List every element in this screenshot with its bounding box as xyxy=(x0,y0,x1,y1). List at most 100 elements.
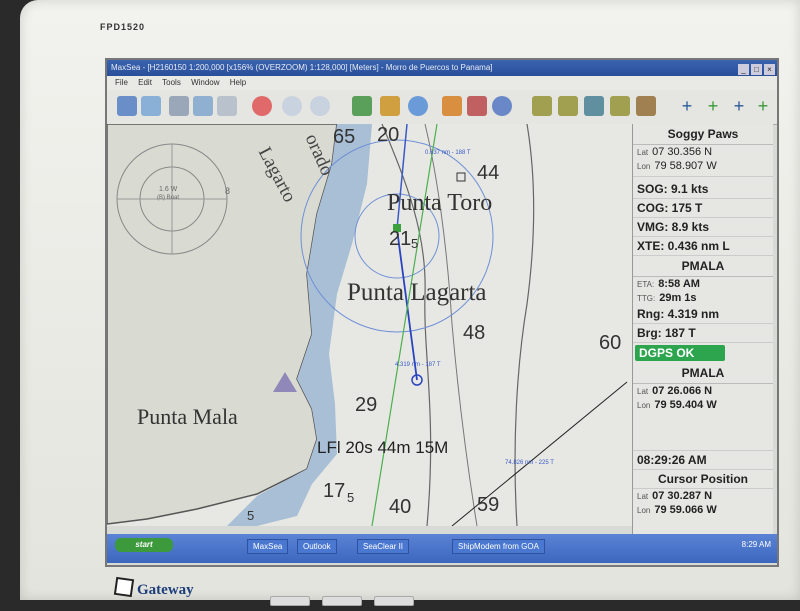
sounding: 5 xyxy=(347,490,355,505)
sounding: 40 xyxy=(389,496,412,518)
wp-lat-row: Lat 07 26.066 N xyxy=(633,384,773,398)
mode-v-icon[interactable] xyxy=(558,96,578,116)
menu-help[interactable]: Help xyxy=(230,78,246,87)
route-leg-1-label: 0.637 nm - 188 T xyxy=(425,150,471,156)
crosshair-icon[interactable]: + xyxy=(677,96,697,116)
wp-lon-row: Lon 79 59.404 W xyxy=(633,398,773,412)
current-time: 08:29:26 AM xyxy=(633,450,773,470)
label-punta-mala: Punta Mala xyxy=(137,404,238,429)
cursor-lon: 79 59.066 W xyxy=(654,504,717,516)
tide-icon[interactable] xyxy=(467,96,487,116)
monitor-bezel: FPD1520 MaxSea - [H2160150 1:200,000 [x1… xyxy=(20,0,800,606)
mode-t-icon[interactable] xyxy=(610,96,630,116)
sounding: 29 xyxy=(355,394,378,416)
overlay-icon[interactable] xyxy=(442,96,462,116)
wp-lon: 79 59.404 W xyxy=(654,399,717,411)
crosshair-alt-icon[interactable]: + xyxy=(753,96,773,116)
sounding: 21 xyxy=(389,228,412,250)
ttg-value: 29m 1s xyxy=(659,292,697,304)
label-punta-lagarta: Punta Lagarta xyxy=(347,279,487,306)
layers-icon[interactable] xyxy=(141,96,161,116)
lat-label: Lat xyxy=(637,148,649,157)
lat-label: Lat xyxy=(637,387,649,396)
label-punta-toro: Punta Toro xyxy=(387,190,493,216)
window-titlebar: MaxSea - [H2160150 1:200,000 [x156% (OVE… xyxy=(107,60,777,76)
minimize-button[interactable]: _ xyxy=(738,64,749,75)
lon-label: Lon xyxy=(637,506,651,515)
task-shipmodem[interactable]: ShipModem from GOA xyxy=(452,539,545,554)
maximize-button[interactable]: □ xyxy=(751,64,762,75)
route-leg-2-label: 4.319 nm - 187 T xyxy=(395,362,441,368)
eta-row: ETA: 8:58 AM xyxy=(633,277,773,291)
vessel-lat-row: Lat 07 30.356 N xyxy=(633,145,773,159)
heading-line xyxy=(371,124,438,526)
cog-value: COG: 175 T xyxy=(633,199,773,218)
vessel-lon-row: Lon 79 58.907 W xyxy=(633,159,773,177)
task-outlook[interactable]: Outlook xyxy=(297,539,337,554)
frame-icon[interactable] xyxy=(217,96,237,116)
bearing-value: Brg: 187 T xyxy=(633,324,773,343)
crosshair-blue-icon[interactable]: + xyxy=(729,96,749,116)
vessel-lon: 79 58.907 W xyxy=(654,160,717,172)
sounding: 48 xyxy=(463,322,486,344)
mode-r-icon[interactable] xyxy=(532,96,552,116)
menu-file[interactable]: File xyxy=(115,78,128,87)
cursor-lat: 07 30.287 N xyxy=(652,490,713,502)
toolbar: + + + + xyxy=(107,90,777,125)
sounding: 20 xyxy=(377,124,400,146)
zoom-out-icon[interactable] xyxy=(282,96,302,116)
mode-s-icon[interactable] xyxy=(636,96,656,116)
taskbar-clock: 8:29 AM xyxy=(741,540,771,549)
task-maxsea[interactable]: MaxSea xyxy=(247,539,289,554)
cursor-position-title: Cursor Position xyxy=(633,470,773,489)
menu-window[interactable]: Window xyxy=(191,78,219,87)
brand-name: Gateway xyxy=(137,582,194,598)
grid-icon[interactable] xyxy=(169,96,189,116)
menu-tools[interactable]: Tools xyxy=(162,78,181,87)
waypoint-header: PMALA xyxy=(633,256,773,277)
start-button[interactable]: start xyxy=(115,538,173,552)
lifering-icon[interactable] xyxy=(252,96,272,116)
eta-value: 8:58 AM xyxy=(658,278,700,290)
sog-value: SOG: 9.1 kts xyxy=(633,180,773,199)
window-title: MaxSea - [H2160150 1:200,000 [x156% (OVE… xyxy=(111,63,493,72)
radar-icon[interactable] xyxy=(492,96,512,116)
sounding: 59 xyxy=(477,494,500,516)
lon-label: Lon xyxy=(637,401,651,410)
chart-icon[interactable] xyxy=(117,96,137,116)
close-button[interactable]: × xyxy=(764,64,775,75)
gateway-cow-icon xyxy=(113,576,135,598)
nautical-chart[interactable]: Punta Toro Punta Lagarta Punta Mala Laga… xyxy=(107,124,632,526)
wp-lat: 07 26.066 N xyxy=(652,385,713,397)
navigation-panel: Soggy Paws Lat 07 30.356 N Lon 79 58.907 W… xyxy=(632,124,773,534)
boat-icon[interactable] xyxy=(352,96,372,116)
landmass xyxy=(107,124,338,525)
sounding: 44 xyxy=(477,162,500,184)
range-value: Rng: 4.319 nm xyxy=(633,305,773,324)
zoom-in-icon[interactable] xyxy=(310,96,330,116)
gps-status-badge: DGPS OK xyxy=(635,345,725,361)
crosshair-green-icon[interactable]: + xyxy=(703,96,723,116)
sounding: 8 xyxy=(225,186,231,196)
windows-icon[interactable] xyxy=(193,96,213,116)
monitor-button[interactable] xyxy=(322,596,362,606)
vessel-lat: 07 30.356 N xyxy=(652,146,713,158)
eta-label: ETA: xyxy=(637,280,655,289)
sounding: 17 xyxy=(323,480,346,502)
label-light-characteristic: LFl 20s 44m 15M xyxy=(317,438,449,457)
monitor-model-label: FPD1520 xyxy=(100,22,146,32)
menu-bar: File Edit Tools Window Help xyxy=(107,76,777,90)
route-icon[interactable] xyxy=(380,96,400,116)
monitor-button[interactable] xyxy=(374,596,414,606)
taskbar: start MaxSea Outlook SeaClear II ShipMod… xyxy=(107,534,777,563)
monitor-button[interactable] xyxy=(270,596,310,606)
mode-p-icon[interactable] xyxy=(584,96,604,116)
cursor-lat-row: Lat 07 30.287 N xyxy=(633,489,773,503)
target-icon[interactable] xyxy=(408,96,428,116)
compass-variation: 1.6 W xyxy=(159,186,178,193)
task-seaclear[interactable]: SeaClear II xyxy=(357,539,410,554)
cursor-lon-row: Lon 79 59.066 W xyxy=(633,503,773,517)
sounding: 5 xyxy=(411,236,419,251)
sounding: 65 xyxy=(333,126,356,148)
menu-edit[interactable]: Edit xyxy=(138,78,152,87)
